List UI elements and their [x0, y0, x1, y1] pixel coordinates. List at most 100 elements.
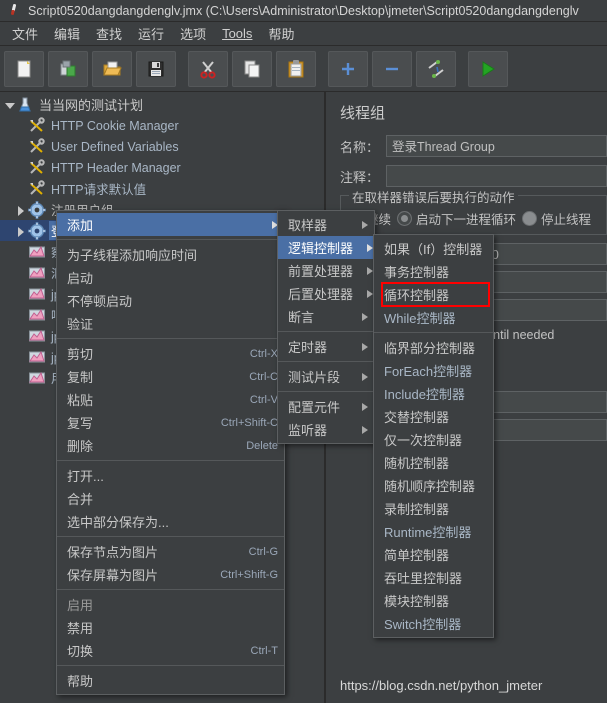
menu-edit[interactable]: 编辑 — [46, 22, 88, 45]
collapse-arrow-icon[interactable] — [14, 203, 28, 217]
logic-item-module-controller[interactable]: 模块控制器 — [374, 589, 493, 612]
menu-item-start[interactable]: 启动 — [57, 266, 284, 289]
radio-start-next-loop[interactable]: 启动下一进程循环 — [397, 209, 516, 228]
collapse-all-button[interactable] — [372, 50, 412, 87]
context-menu-root[interactable]: 添加 为子线程添加响应时间 启动 不停顿启动 验证 剪切 Ctrl-X 复制 C… — [56, 210, 285, 695]
menu-item-remove[interactable]: 删除 Delete — [57, 434, 284, 457]
menu-item-label: 保存屏幕为图片 — [67, 568, 159, 583]
open-button[interactable] — [92, 50, 132, 87]
radio-label: 启动下一进程循环 — [416, 213, 517, 227]
submenu-item-post-processor[interactable]: 后置处理器 — [278, 282, 374, 305]
submenu-item-logic-controller[interactable]: 逻辑控制器 — [278, 236, 374, 259]
menu-item-cut[interactable]: 剪切 Ctrl-X — [57, 342, 284, 365]
new-button[interactable] — [4, 50, 44, 87]
menu-item-merge[interactable]: 合并 — [57, 487, 284, 510]
menu-item-copy[interactable]: 复制 Ctrl-C — [57, 365, 284, 388]
menu-item-paste[interactable]: 粘贴 Ctrl-V — [57, 388, 284, 411]
tree-node-http-request-defaults[interactable]: HTTP请求默认值 — [0, 178, 324, 199]
logic-item-once-only-controller[interactable]: 仅一次控制器 — [374, 428, 493, 451]
tree-node-http-header-manager[interactable]: HTTP Header Manager — [0, 157, 324, 178]
comment-input[interactable] — [386, 165, 607, 187]
save-button[interactable] — [136, 50, 176, 87]
menu-item-label: 录制控制器 — [384, 502, 450, 517]
menu-item-validate[interactable]: 验证 — [57, 312, 284, 335]
logic-item-simple-controller[interactable]: 简单控制器 — [374, 543, 493, 566]
menu-separator — [57, 589, 284, 590]
paste-button[interactable] — [276, 50, 316, 87]
logic-item-random-controller[interactable]: 随机控制器 — [374, 451, 493, 474]
submenu-arrow-icon — [362, 402, 368, 411]
menu-item-label: Include控制器 — [384, 387, 465, 402]
menu-item-label: 逻辑控制器 — [288, 241, 354, 256]
collapse-all-icon — [382, 59, 402, 79]
collapse-arrow-icon[interactable] — [14, 224, 28, 238]
logic-item-while-controller[interactable]: While控制器 — [374, 306, 493, 329]
config-element-icon — [28, 179, 46, 198]
logic-item-foreach-controller[interactable]: ForEach控制器 — [374, 359, 493, 382]
menu-item-add-think-time[interactable]: 为子线程添加响应时间 — [57, 243, 284, 266]
logic-item-random-order-controller[interactable]: 随机顺序控制器 — [374, 474, 493, 497]
menu-item-accelerator: Ctrl+Shift-C — [220, 416, 278, 429]
submenu-item-pre-processor[interactable]: 前置处理器 — [278, 259, 374, 282]
expand-arrow-icon[interactable] — [2, 98, 16, 112]
menu-item-start-no-pauses[interactable]: 不停顿启动 — [57, 289, 284, 312]
logic-item-throughput-controller[interactable]: 吞吐里控制器 — [374, 566, 493, 589]
menu-item-add[interactable]: 添加 — [57, 213, 284, 236]
menu-item-save-selection-as[interactable]: 选中部分保存为... — [57, 510, 284, 533]
menu-item-accelerator: Ctrl-V — [249, 393, 278, 406]
tree-node-http-cookie-manager[interactable]: HTTP Cookie Manager — [0, 115, 324, 136]
logic-item-recording-controller[interactable]: 录制控制器 — [374, 497, 493, 520]
menu-item-disable[interactable]: 禁用 — [57, 616, 284, 639]
menu-run[interactable]: 运行 — [130, 22, 172, 45]
radio-stop-thread[interactable]: 停止线程 — [522, 209, 591, 228]
submenu-item-config-element[interactable]: 配置元件 — [278, 395, 374, 418]
logic-item-critical-section-controller[interactable]: 临界部分控制器 — [374, 336, 493, 359]
submenu-item-test-fragment[interactable]: 测试片段 — [278, 365, 374, 388]
menu-item-toggle[interactable]: 切换 Ctrl-T — [57, 639, 284, 662]
tree-node-user-defined-variables[interactable]: User Defined Variables — [0, 136, 324, 157]
menu-file[interactable]: 文件 — [4, 22, 46, 45]
tree-node-test-plan[interactable]: 当当网的测试计划 — [0, 94, 324, 115]
menu-item-label: ForEach控制器 — [384, 364, 473, 379]
title-bar: Script0520dangdangdenglv.jmx (C:\Users\A… — [0, 0, 607, 22]
logic-item-if-controller[interactable]: 如果（If）控制器 — [374, 237, 493, 260]
menu-item-open[interactable]: 打开... — [57, 464, 284, 487]
menu-tools[interactable]: Tools — [214, 24, 260, 43]
logic-item-switch-controller[interactable]: Switch控制器 — [374, 612, 493, 635]
context-menu-add[interactable]: 取样器 逻辑控制器 前置处理器 后置处理器 断言 定时器 测试片段 配置元件 监… — [277, 210, 375, 444]
menu-options[interactable]: 选项 — [172, 22, 214, 45]
logic-item-runtime-controller[interactable]: Runtime控制器 — [374, 520, 493, 543]
submenu-item-sampler[interactable]: 取样器 — [278, 213, 374, 236]
name-input[interactable]: 登录Thread Group — [386, 135, 607, 157]
cut-button[interactable] — [188, 50, 228, 87]
menu-item-label: 定时器 — [288, 340, 328, 355]
menu-help[interactable]: 帮助 — [260, 22, 302, 45]
logic-item-loop-controller[interactable]: 循环控制器 — [374, 282, 493, 307]
name-label: 名称： — [340, 139, 380, 155]
toggle-button[interactable] — [416, 50, 456, 87]
context-menu-logic-controller[interactable]: 如果（If）控制器 事务控制器 循环控制器 While控制器 临界部分控制器 F… — [373, 234, 494, 638]
window-title: Script0520dangdangdenglv.jmx (C:\Users\A… — [28, 3, 579, 18]
menu-item-help[interactable]: 帮助 — [57, 669, 284, 692]
menu-item-save-screen-as-image[interactable]: 保存屏幕为图片 Ctrl+Shift-G — [57, 563, 284, 586]
menu-item-duplicate[interactable]: 复写 Ctrl+Shift-C — [57, 411, 284, 434]
copy-button[interactable] — [232, 50, 272, 87]
menu-item-enable[interactable]: 启用 — [57, 593, 284, 616]
templates-button[interactable] — [48, 50, 88, 87]
submenu-item-timer[interactable]: 定时器 — [278, 335, 374, 358]
logic-item-interleave-controller[interactable]: 交替控制器 — [374, 405, 493, 428]
no-arrow-icon — [14, 161, 28, 175]
menu-item-label: 粘贴 — [67, 393, 94, 408]
logic-item-transaction-controller[interactable]: 事务控制器 — [374, 260, 493, 283]
menu-item-label: 保存节点为图片 — [67, 545, 159, 560]
menu-item-save-node-as-image[interactable]: 保存节点为图片 Ctrl-G — [57, 540, 284, 563]
menu-search[interactable]: 查找 — [88, 22, 130, 45]
expand-all-button[interactable] — [328, 50, 368, 87]
menu-item-accelerator: Ctrl-T — [250, 644, 279, 657]
submenu-item-listener[interactable]: 监听器 — [278, 418, 374, 441]
logic-item-include-controller[interactable]: Include控制器 — [374, 382, 493, 405]
error-action-groupbox: 在取样器错误后要执行的动作 继续 启动下一进程循环 停止线程 — [340, 187, 607, 235]
start-button[interactable] — [468, 50, 508, 87]
toolbar — [0, 46, 607, 92]
submenu-item-assertion[interactable]: 断言 — [278, 305, 374, 328]
